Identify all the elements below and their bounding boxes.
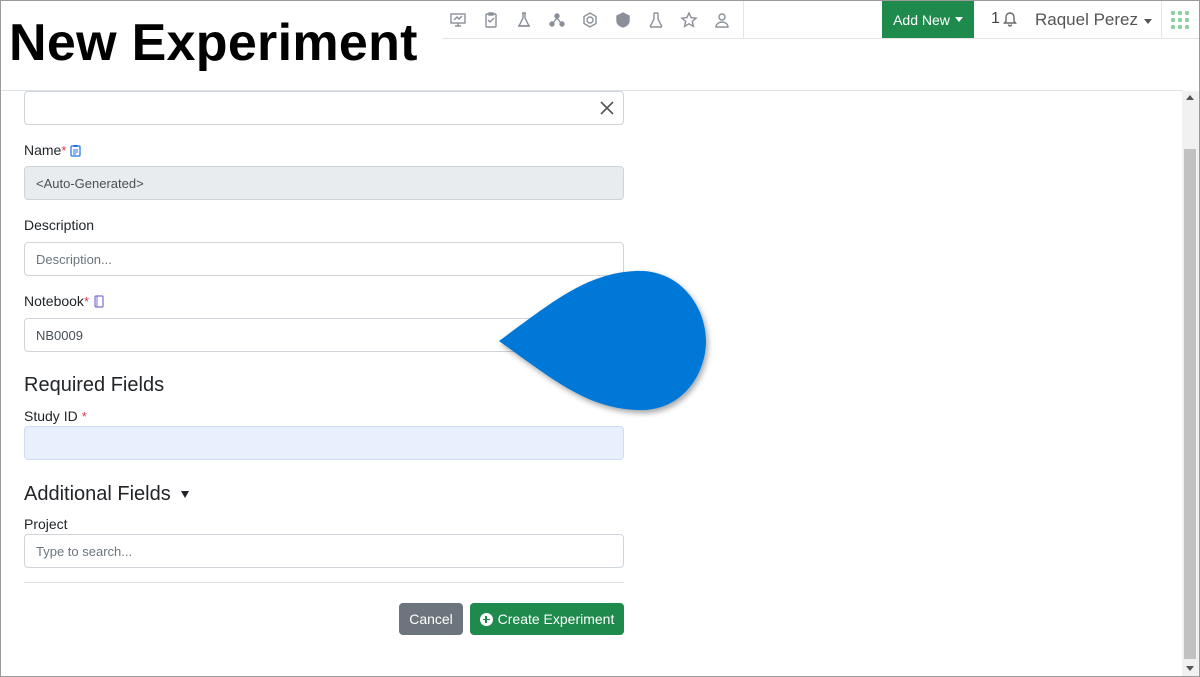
name-label-row: Name * — [24, 142, 82, 158]
clipboard-icon[interactable] — [474, 1, 507, 39]
chevron-down-icon — [954, 17, 963, 22]
additional-fields-toggle[interactable]: Additional Fields — [24, 483, 189, 506]
chevron-down-icon — [1144, 19, 1153, 24]
study-id-label: Study ID — [24, 408, 78, 424]
callout-pointer — [499, 270, 706, 411]
nav-icon-group — [441, 1, 738, 39]
presentation-icon[interactable] — [441, 1, 474, 39]
name-value: <Auto-Generated> — [36, 175, 144, 191]
create-experiment-label: Create Experiment — [497, 611, 615, 627]
template-select-field[interactable] — [24, 91, 624, 125]
project-label: Project — [24, 516, 68, 532]
scrollbar-thumb[interactable] — [1184, 149, 1196, 659]
app-window: Add New 1 Raquel Perez New Experiment Na… — [0, 0, 1200, 677]
name-field[interactable]: <Auto-Generated> — [24, 166, 624, 200]
notification-count: 1 — [991, 10, 1000, 27]
cancel-button[interactable]: Cancel — [399, 603, 463, 635]
notebook-label: Notebook — [24, 293, 84, 309]
scroll-down-icon[interactable] — [1186, 666, 1194, 671]
users-icon[interactable] — [705, 1, 738, 39]
name-label: Name — [24, 142, 62, 158]
create-experiment-button[interactable]: Create Experiment — [470, 603, 624, 635]
close-icon[interactable] — [599, 100, 615, 116]
project-search-field[interactable]: Type to search... — [24, 534, 624, 568]
user-name: Raquel Perez — [1035, 10, 1139, 29]
page-title: New Experiment — [1, 1, 442, 79]
required-fields-title: Required Fields — [24, 374, 165, 396]
nav-divider — [743, 1, 744, 39]
hexagon-icon[interactable] — [573, 1, 606, 39]
notebook-label-row: Notebook * — [24, 293, 104, 309]
notebook-value: NB0009 — [36, 327, 83, 343]
description-placeholder: Description... — [36, 251, 112, 267]
caret-down-icon — [180, 491, 189, 498]
lab-flask-icon[interactable] — [507, 1, 540, 39]
study-id-field[interactable] — [24, 426, 624, 460]
study-id-label-row: Study ID * — [24, 408, 87, 424]
add-new-label: Add New — [893, 11, 950, 28]
required-fields-heading: Required Fields — [24, 374, 164, 397]
project-placeholder: Type to search... — [36, 543, 133, 559]
molecule-icon[interactable] — [540, 1, 573, 39]
clipboard-icon[interactable] — [70, 144, 82, 157]
required-mark: * — [61, 142, 67, 158]
shield-icon[interactable] — [606, 1, 639, 39]
cancel-label: Cancel — [409, 611, 453, 627]
star-icon[interactable] — [672, 1, 705, 39]
additional-fields-title: Additional Fields — [24, 483, 171, 505]
app-grid-icon[interactable] — [1171, 11, 1189, 29]
plus-circle-icon — [479, 612, 493, 626]
scroll-up-icon[interactable] — [1186, 95, 1194, 100]
notifications-button[interactable]: 1 — [991, 10, 1017, 28]
vertical-scrollbar[interactable] — [1182, 91, 1199, 676]
form-divider — [24, 582, 624, 583]
required-mark: * — [83, 293, 89, 309]
bell-icon — [1003, 12, 1017, 27]
notebook-icon — [94, 294, 104, 308]
nav-divider — [1161, 1, 1162, 39]
add-new-button[interactable]: Add New — [882, 1, 974, 38]
beaker-icon[interactable] — [639, 1, 672, 39]
description-label: Description — [24, 217, 95, 233]
required-mark: * — [81, 408, 87, 424]
user-menu[interactable]: Raquel Perez — [1035, 10, 1153, 30]
